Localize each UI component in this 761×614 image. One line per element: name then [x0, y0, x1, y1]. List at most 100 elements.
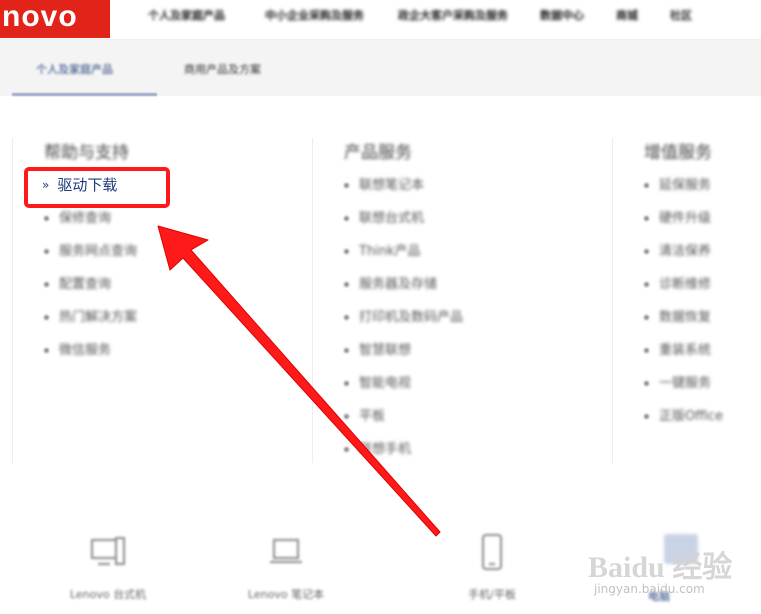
- product-desktop[interactable]: Lenovo 台式机: [38, 528, 178, 602]
- list-item-label: 服务器及存储: [359, 277, 438, 292]
- phone-icon: [422, 528, 562, 576]
- nav-item-personal[interactable]: 个人及家庭产品: [148, 7, 225, 23]
- list-item-label: 正版Office: [659, 409, 723, 424]
- list-item[interactable]: 硬件升级: [644, 202, 723, 235]
- list-item-label: 诊断维修: [659, 277, 712, 292]
- bullet-icon: [644, 315, 649, 320]
- list-item[interactable]: 智能电视: [344, 367, 463, 400]
- watermark-text: Baidu 经验: [588, 551, 733, 584]
- product-phone[interactable]: 手机/平板: [422, 528, 562, 602]
- list-item-label: 服务网点查询: [59, 244, 138, 259]
- list-item[interactable]: 联想手机: [344, 433, 463, 466]
- bullet-icon: [44, 282, 49, 287]
- nav-item-enterprise[interactable]: 政企大客户采购及服务: [398, 7, 508, 23]
- bullet-icon: [344, 315, 349, 320]
- list-item-label: 配置查询: [59, 277, 112, 292]
- list-item[interactable]: 联想台式机: [344, 202, 463, 235]
- column-divider: [612, 138, 613, 463]
- column-title-products: 产品服务: [344, 143, 412, 163]
- list-item-label: 打印机及数码产品: [359, 310, 464, 325]
- list-item-label: 硬件升级: [659, 211, 712, 226]
- list-item-label: 微信服务: [59, 343, 112, 358]
- column-divider: [12, 138, 13, 463]
- list-item-hot-solutions[interactable]: 热门解决方案: [44, 301, 137, 334]
- product-label: 手机/平板: [468, 588, 516, 601]
- list-item-label: 重装系统: [659, 343, 712, 358]
- bullet-icon: [344, 216, 349, 221]
- top-bar: novo 个人及家庭产品 中小企业采购及服务 政企大客户采购及服务 数据中心 商…: [0, 0, 761, 40]
- list-item-label: 联想笔记本: [359, 178, 425, 193]
- laptop-icon: [216, 528, 356, 576]
- product-services-column: 产品服务 联想笔记本 联想台式机 Think产品 服务器及存储 打印机及数码产品…: [344, 138, 463, 466]
- bullet-icon: [644, 216, 649, 221]
- list-item-label: 清洁保养: [659, 244, 712, 259]
- bullet-icon: [344, 414, 349, 419]
- list-item-label: 一键服务: [659, 376, 712, 391]
- list-item-label: 联想手机: [359, 442, 412, 457]
- column-title-value-added: 增值服务: [644, 143, 712, 163]
- bullet-icon: [44, 216, 49, 221]
- list-item-label: 平板: [359, 409, 386, 424]
- tab-personal-products[interactable]: 个人及家庭产品: [36, 61, 113, 77]
- list-item-wechat-service[interactable]: 微信服务: [44, 334, 137, 367]
- value-added-list: 延保服务 硬件升级 清洁保养 诊断维修 数据恢复 重装系统 一键服务 正版Off…: [644, 169, 723, 433]
- value-added-services-column: 增值服务 延保服务 硬件升级 清洁保养 诊断维修 数据恢复 重装系统 一键服务 …: [644, 138, 723, 433]
- bullet-icon: [644, 414, 649, 419]
- baidu-watermark: Baidu 经验 jingyan.baidu.com: [580, 530, 750, 610]
- list-item-label: 联想台式机: [359, 211, 425, 226]
- list-item-label: 数据恢复: [659, 310, 712, 325]
- list-item-label: 智能电视: [359, 376, 412, 391]
- list-item[interactable]: 重装系统: [644, 334, 723, 367]
- bullet-icon: [344, 447, 349, 452]
- watermark-url: jingyan.baidu.com: [594, 582, 705, 596]
- product-label: Lenovo 笔记本: [247, 588, 325, 601]
- bullet-icon: [344, 381, 349, 386]
- nav-item-store[interactable]: 商城: [616, 7, 638, 23]
- bullet-icon: [44, 348, 49, 353]
- list-item-config-query[interactable]: 配置查询: [44, 268, 137, 301]
- list-item[interactable]: 清洁保养: [644, 235, 723, 268]
- bullet-icon: [644, 381, 649, 386]
- nav-item-smb[interactable]: 中小企业采购及服务: [265, 7, 364, 23]
- bullet-icon: [344, 282, 349, 287]
- product-label: Lenovo 台式机: [69, 588, 147, 601]
- list-item[interactable]: 诊断维修: [644, 268, 723, 301]
- list-item[interactable]: 平板: [344, 400, 463, 433]
- column-divider: [312, 138, 313, 463]
- bullet-icon: [644, 249, 649, 254]
- list-item[interactable]: 联想笔记本: [344, 169, 463, 202]
- lenovo-logo[interactable]: novo: [0, 0, 110, 38]
- list-item[interactable]: 一键服务: [644, 367, 723, 400]
- bullet-icon: [644, 348, 649, 353]
- active-tab-underline: [12, 93, 157, 96]
- desktop-icon: [38, 528, 178, 576]
- list-item[interactable]: 正版Office: [644, 400, 723, 433]
- bullet-icon: [344, 183, 349, 188]
- list-item[interactable]: 服务器及存储: [344, 268, 463, 301]
- list-item-label: 热门解决方案: [59, 310, 138, 325]
- column-title-help: 帮助与支持: [44, 143, 129, 163]
- tab-business-products[interactable]: 商用产品及方案: [184, 61, 261, 77]
- bullet-icon: [344, 348, 349, 353]
- bullet-icon: [344, 249, 349, 254]
- list-item-label: 智慧联想: [359, 343, 412, 358]
- list-item-label: Think产品: [359, 244, 421, 259]
- bullet-icon: [644, 282, 649, 287]
- list-item-label: 延保服务: [659, 178, 712, 193]
- list-item[interactable]: 延保服务: [644, 169, 723, 202]
- list-item[interactable]: 打印机及数码产品: [344, 301, 463, 334]
- list-item[interactable]: 数据恢复: [644, 301, 723, 334]
- bullet-icon: [44, 315, 49, 320]
- list-item[interactable]: Think产品: [344, 235, 463, 268]
- list-item-service-outlet[interactable]: 服务网点查询: [44, 235, 137, 268]
- bullet-icon: [644, 183, 649, 188]
- highlight-box: [24, 167, 170, 208]
- bullet-icon: [44, 249, 49, 254]
- product-laptop[interactable]: Lenovo 笔记本: [216, 528, 356, 602]
- top-navigation: 个人及家庭产品 中小企业采购及服务 政企大客户采购及服务 数据中心 商城 社区: [140, 0, 692, 30]
- nav-item-datacenter[interactable]: 数据中心: [540, 7, 584, 23]
- nav-item-community[interactable]: 社区: [670, 7, 692, 23]
- sub-navigation: 个人及家庭产品 商用产品及方案: [0, 40, 761, 96]
- product-services-list: 联想笔记本 联想台式机 Think产品 服务器及存储 打印机及数码产品 智慧联想…: [344, 169, 463, 466]
- list-item[interactable]: 智慧联想: [344, 334, 463, 367]
